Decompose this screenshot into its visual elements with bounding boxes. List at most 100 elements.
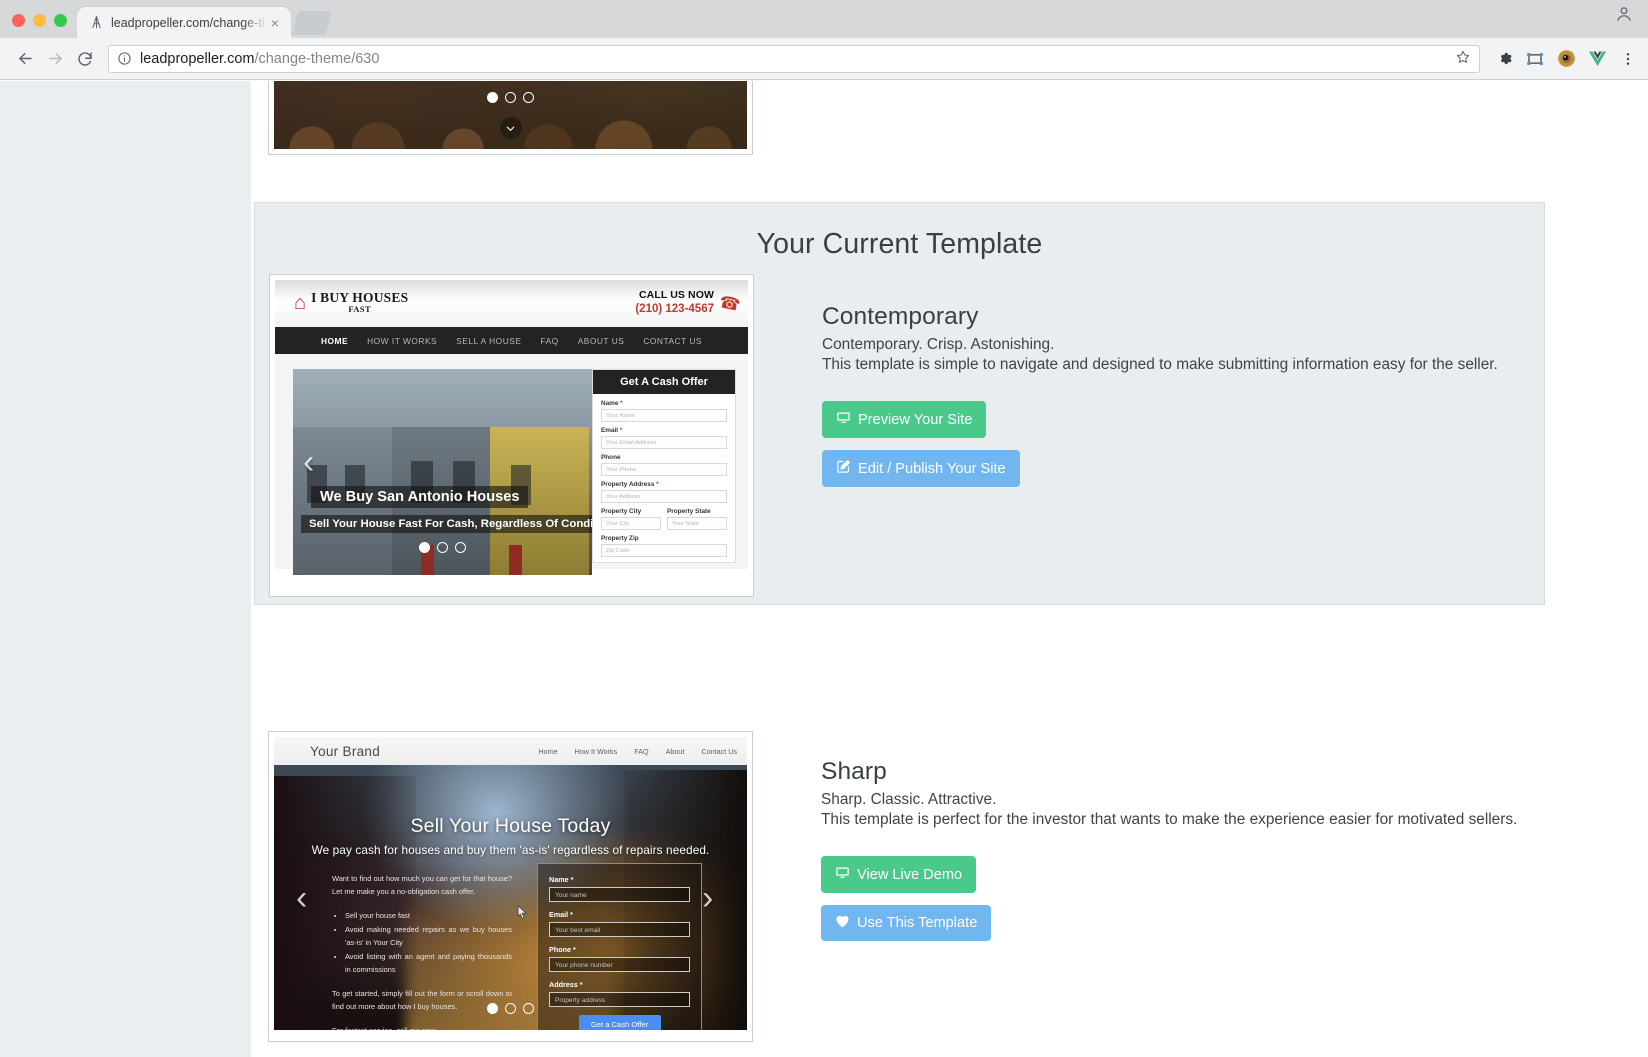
site-logo: ⌂ I BUY HOUSES FAST	[294, 291, 408, 313]
call-us-label: CALL US NOW	[639, 289, 714, 301]
carousel-dot-2[interactable]	[505, 92, 516, 103]
nav-item-how-it-works[interactable]: HOW IT WORKS	[367, 336, 437, 346]
nav-item-how-it-works[interactable]: How It Works	[575, 747, 618, 756]
property-city-input[interactable]: Your City	[601, 517, 661, 530]
chrome-menu-button[interactable]	[1618, 49, 1638, 69]
property-zip-input[interactable]: Zip Code	[601, 544, 727, 557]
page-left-gutter	[0, 81, 251, 1057]
name-input[interactable]: Your Name	[601, 409, 727, 422]
logo-line-1: I BUY HOUSES	[311, 290, 409, 305]
carousel-dot-3[interactable]	[523, 1003, 534, 1014]
scroll-down-chevron-icon[interactable]	[499, 117, 522, 139]
window-controls	[0, 14, 77, 38]
carousel-dot-2[interactable]	[505, 1003, 516, 1014]
site-info-icon[interactable]	[117, 51, 132, 66]
extension-toolbar	[1488, 49, 1638, 69]
carousel-dot-1[interactable]	[487, 92, 498, 103]
carousel-prev-arrow[interactable]: ‹	[303, 445, 314, 479]
hero-carousel: Sell Your House Today We pay cash for ho…	[274, 765, 747, 1030]
reload-button[interactable]	[70, 44, 100, 74]
get-a-cash-offer-button[interactable]: Get a Cash Offer	[578, 1015, 661, 1030]
address-bar[interactable]: leadpropeller.com /change-theme/630	[108, 44, 1480, 73]
colorful-circle-extension-icon[interactable]	[1556, 49, 1576, 69]
hero-headline: Sell Your House Today	[410, 815, 611, 837]
hero-carousel-dots[interactable]	[274, 1003, 747, 1014]
preview-your-site-button[interactable]: Preview Your Site	[822, 401, 987, 438]
carousel-dot-1[interactable]	[487, 1003, 498, 1014]
list-item: Avoid listing with an agent and paying t…	[345, 951, 512, 977]
field-label-email: Email *	[549, 910, 573, 919]
browser-window: leadpropeller.com/change-the × leadprope…	[0, 0, 1648, 1057]
phone-input[interactable]: Your Phone	[601, 463, 727, 476]
nav-item-faq[interactable]: FAQ	[540, 336, 558, 346]
template-site-nav: HOME HOW IT WORKS SELL A HOUSE FAQ ABOUT…	[275, 327, 748, 354]
carousel-prev-arrow[interactable]: ‹	[296, 881, 307, 915]
use-this-template-button[interactable]: Use This Template	[821, 905, 992, 941]
nav-item-home[interactable]: HOME	[321, 336, 348, 346]
previous-template-preview[interactable]: 123-456-7890 ❯ Click To Get Started ❮	[268, 81, 753, 155]
nav-item-faq[interactable]: FAQ	[634, 747, 648, 756]
template-site-body: We Buy San Antonio Houses Sell Your Hous…	[275, 354, 748, 575]
nav-item-home[interactable]: Home	[538, 747, 557, 756]
edit-publish-your-site-button[interactable]: Edit / Publish Your Site	[822, 450, 1020, 487]
new-tab-button[interactable]	[291, 11, 333, 35]
close-tab-button[interactable]: ×	[267, 15, 283, 31]
nav-item-contact-us[interactable]: Contact Us	[701, 747, 737, 756]
property-state-input[interactable]: Your State	[667, 517, 727, 530]
intro-paragraph: Want to find out how much you can get fo…	[332, 874, 512, 896]
email-input[interactable]: Your Email Address	[601, 436, 727, 449]
carousel-dot-3[interactable]	[455, 542, 466, 553]
maximize-window-button[interactable]	[54, 14, 67, 27]
field-label-name: Name *	[601, 400, 623, 407]
template-tagline: Contemporary. Crisp. Astonishing.	[822, 336, 1055, 353]
tab-strip: leadpropeller.com/change-the ×	[0, 0, 1648, 38]
browser-tab[interactable]: leadpropeller.com/change-the ×	[77, 7, 291, 38]
carousel-dot-2[interactable]	[437, 542, 448, 553]
browser-toolbar: leadpropeller.com /change-theme/630	[0, 38, 1648, 80]
nav-item-about-us[interactable]: ABOUT US	[578, 336, 625, 346]
view-live-demo-button[interactable]: View Live Demo	[821, 856, 977, 893]
profile-avatar[interactable]	[1614, 4, 1648, 38]
gear-icon[interactable]	[1494, 49, 1514, 69]
email-input[interactable]: Your best email	[549, 922, 690, 937]
nav-item-contact-us[interactable]: CONTACT US	[643, 336, 702, 346]
sharp-preview-frame: Your Brand Home How It Works FAQ About C…	[274, 737, 747, 1041]
contemporary-preview-frame: ⌂ I BUY HOUSES FAST CALL US NOW (210) 12…	[275, 280, 748, 596]
template-actions: Preview Your Site Edit / Publish Your Si…	[822, 401, 1522, 487]
button-label: Edit / Publish Your Site	[858, 460, 1006, 477]
url-path: /change-theme/630	[254, 50, 380, 67]
back-button[interactable]	[10, 44, 40, 74]
contemporary-template-thumbnail[interactable]: ⌂ I BUY HOUSES FAST CALL US NOW (210) 12…	[269, 274, 754, 597]
hero-carousel-dots[interactable]	[293, 542, 592, 553]
site-brand: Your Brand	[310, 743, 381, 759]
minimize-window-button[interactable]	[33, 14, 46, 27]
field-label-property-zip: Property Zip	[601, 535, 639, 542]
cash-offer-form[interactable]: Get A Cash Offer Name * Your Name Email …	[592, 369, 736, 563]
page-viewport[interactable]: 123-456-7890 ❯ Click To Get Started ❮ Yo…	[0, 81, 1648, 1057]
carousel-dot-1[interactable]	[419, 542, 430, 553]
name-input[interactable]: Your name	[549, 887, 690, 902]
close-window-button[interactable]	[12, 14, 25, 27]
current-template-panel: Your Current Template ⌂ I BUY HOUSES FAS…	[254, 202, 1545, 605]
field-label-email: Email *	[601, 427, 623, 434]
sharp-template-row: Your Brand Home How It Works FAQ About C…	[254, 637, 1545, 1042]
bookmark-star-icon[interactable]	[1455, 49, 1471, 69]
screenshot-crop-icon[interactable]	[1525, 49, 1545, 69]
carousel-dot-3[interactable]	[523, 92, 534, 103]
nav-item-about[interactable]: About	[666, 747, 685, 756]
page-canvas: 123-456-7890 ❯ Click To Get Started ❮ Yo…	[0, 81, 1648, 1057]
contemporary-template-info: Contemporary Contemporary. Crisp. Astoni…	[822, 303, 1522, 487]
forward-button[interactable]	[40, 44, 70, 74]
template-name: Contemporary	[822, 303, 979, 330]
carousel-dots[interactable]	[274, 92, 747, 103]
logo-line-2: FAST	[348, 303, 372, 314]
sharp-template-info: Sharp Sharp. Classic. Attractive. This t…	[821, 758, 1541, 941]
nav-item-sell-a-house[interactable]: SELL A HOUSE	[456, 336, 521, 346]
carousel-next-arrow[interactable]: ›	[702, 881, 713, 915]
button-label: Preview Your Site	[858, 411, 973, 428]
sharp-template-thumbnail[interactable]: Your Brand Home How It Works FAQ About C…	[268, 731, 753, 1042]
vue-devtools-icon[interactable]	[1587, 49, 1607, 69]
phone-input[interactable]: Your phone number	[549, 957, 690, 972]
hero-subheadline: We pay cash for houses and buy them 'as-…	[311, 843, 710, 857]
property-address-input[interactable]: Your Address	[601, 490, 727, 503]
